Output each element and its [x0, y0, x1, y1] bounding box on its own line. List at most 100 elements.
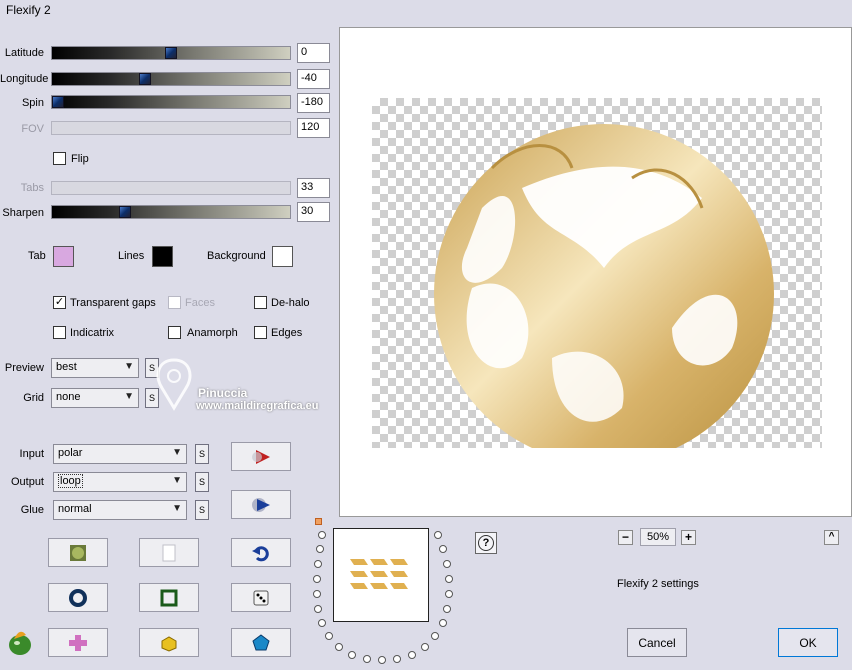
ring-dot[interactable]: [318, 619, 326, 627]
edges-label: Edges: [271, 327, 303, 339]
output-label: Output: [10, 476, 44, 488]
ring-dot[interactable]: [443, 605, 451, 613]
flaming-pear-logo-icon: [4, 625, 34, 660]
preview-canvas[interactable]: [339, 27, 852, 517]
indicatrix-checkbox[interactable]: [53, 326, 66, 339]
fov-label: FOV: [21, 123, 44, 135]
collapse-button[interactable]: ^: [824, 530, 839, 545]
watermark-url: www.maildiregrafica.eu: [196, 400, 319, 412]
cross-tiles-button[interactable]: [48, 628, 108, 657]
ring-dot[interactable]: [434, 531, 442, 539]
page-icon: [162, 544, 176, 561]
ring-dot[interactable]: [313, 575, 321, 583]
ring-dot[interactable]: [363, 655, 371, 663]
spin-slider[interactable]: [51, 95, 291, 109]
output-select[interactable]: loop ▼: [53, 472, 187, 492]
latitude-thumb[interactable]: [165, 47, 177, 59]
random-dice-button[interactable]: [231, 583, 291, 612]
longitude-slider[interactable]: [51, 72, 291, 86]
preview-quality-select[interactable]: best ▼: [51, 358, 139, 378]
zoom-out-button[interactable]: −: [618, 530, 633, 545]
anamorph-checkbox[interactable]: [168, 326, 181, 339]
chevron-down-icon: ▼: [172, 447, 182, 458]
ring-dot[interactable]: [443, 560, 451, 568]
latitude-slider[interactable]: [51, 46, 291, 60]
tab-color-swatch[interactable]: [53, 246, 74, 267]
randomize-image-button[interactable]: [48, 538, 108, 567]
longitude-field[interactable]: -40: [297, 69, 330, 89]
ring-dot[interactable]: [439, 619, 447, 627]
swap-io-button[interactable]: [231, 442, 291, 471]
sharpen-thumb[interactable]: [119, 206, 131, 218]
sharpen-slider[interactable]: [51, 205, 291, 219]
undo-button[interactable]: [231, 538, 291, 567]
background-color-swatch[interactable]: [272, 246, 293, 267]
ring-dot[interactable]: [431, 632, 439, 640]
spin-thumb[interactable]: [52, 96, 64, 108]
disc-arrow-icon: [252, 497, 270, 512]
sharpen-field[interactable]: 30: [297, 202, 330, 222]
ring-button[interactable]: [48, 583, 108, 612]
faces-checkbox: [168, 296, 181, 309]
input-s-button[interactable]: S: [195, 444, 209, 464]
glue-select[interactable]: normal ▼: [53, 500, 187, 520]
faces-label: Faces: [185, 297, 215, 309]
window-title: Flexify 2: [6, 3, 51, 17]
ring-dot[interactable]: [335, 643, 343, 651]
help-icon: ?: [478, 535, 494, 551]
glue-value: normal: [58, 503, 92, 515]
cross-tiles-icon: [69, 634, 87, 651]
ring-dot[interactable]: [316, 545, 324, 553]
input-label: Input: [19, 448, 44, 460]
ring-dot[interactable]: [313, 590, 321, 598]
apply-io-button[interactable]: [231, 490, 291, 519]
ring-dot[interactable]: [318, 531, 326, 539]
latitude-label: Latitude: [4, 47, 44, 59]
transparent-gaps-checkbox[interactable]: ✓: [53, 296, 66, 309]
output-s-button[interactable]: S: [195, 472, 209, 492]
chevron-down-icon: ▼: [124, 361, 134, 372]
edges-checkbox[interactable]: [254, 326, 267, 339]
spin-field[interactable]: -180: [297, 93, 330, 113]
glue-s-button[interactable]: S: [195, 500, 209, 520]
ring-dot[interactable]: [314, 560, 322, 568]
output-value: loop: [58, 474, 83, 488]
de-halo-checkbox[interactable]: [254, 296, 267, 309]
preview-quality-value: best: [56, 361, 77, 373]
help-button[interactable]: ?: [475, 532, 497, 554]
input-value: polar: [58, 447, 83, 459]
longitude-thumb[interactable]: [139, 73, 151, 85]
ring-dot[interactable]: [445, 590, 453, 598]
transparent-gaps-label: Transparent gaps: [70, 297, 156, 309]
copy-button[interactable]: [139, 538, 199, 567]
flip-checkbox[interactable]: [53, 152, 66, 165]
tile-thumbnail[interactable]: [333, 528, 429, 622]
ring-dot[interactable]: [421, 643, 429, 651]
zoom-level: 50%: [640, 528, 676, 546]
latitude-field[interactable]: 0: [297, 43, 330, 63]
ok-button[interactable]: OK: [778, 628, 838, 657]
ring-dot[interactable]: [393, 655, 401, 663]
tabs-label: Tabs: [20, 182, 44, 194]
preview-quality-label: Preview: [4, 362, 44, 374]
lines-color-swatch[interactable]: [152, 246, 173, 267]
input-select[interactable]: polar ▼: [53, 444, 187, 464]
pentagon-button[interactable]: [231, 628, 291, 657]
cube-button[interactable]: [139, 628, 199, 657]
ring-dot[interactable]: [378, 656, 386, 664]
chevron-down-icon: ▼: [172, 475, 182, 486]
anamorph-label: Anamorph: [187, 327, 238, 339]
de-halo-label: De-halo: [271, 297, 310, 309]
ring-dot[interactable]: [408, 651, 416, 659]
ring-dot[interactable]: [348, 651, 356, 659]
ring-dot[interactable]: [314, 605, 322, 613]
grid-select[interactable]: none ▼: [51, 388, 139, 408]
ring-dot[interactable]: [439, 545, 447, 553]
settings-name: Flexify 2 settings: [617, 578, 699, 590]
ring-dot[interactable]: [445, 575, 453, 583]
ring-dot[interactable]: [325, 632, 333, 640]
ring-marker-icon[interactable]: [315, 518, 322, 525]
cancel-button[interactable]: Cancel: [627, 628, 687, 657]
zoom-in-button[interactable]: +: [681, 530, 696, 545]
frame-button[interactable]: [139, 583, 199, 612]
